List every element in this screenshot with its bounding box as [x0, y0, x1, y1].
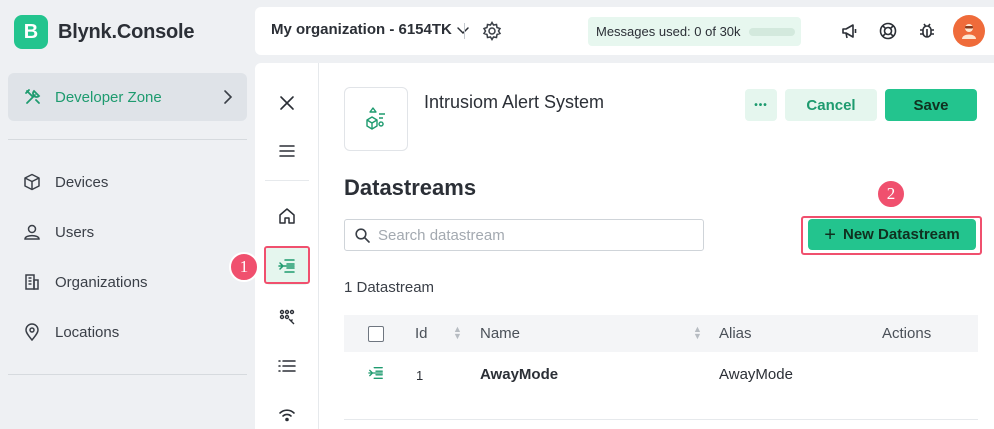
user-avatar-icon: [962, 24, 976, 39]
datastream-count: 1 Datastream: [344, 279, 435, 296]
lifebuoy-icon[interactable]: [876, 19, 900, 43]
pin-icon: [22, 322, 42, 342]
keys-icon[interactable]: [272, 302, 302, 332]
datastream-alias: AwayMode: [719, 366, 793, 383]
organization-name: My organization - 6154TK: [271, 21, 452, 38]
datastreams-icon[interactable]: [272, 251, 302, 281]
step-badge-1: 1: [229, 252, 259, 282]
sidebar: B Blynk.Console Developer Zone Devices U…: [0, 0, 255, 429]
table-row[interactable]: 1 AwayMode AwayMode: [344, 352, 978, 397]
wifi-icon[interactable]: [272, 399, 302, 429]
main-panel: 1 Intrusiom Alert System ••• Cancel Save…: [229, 63, 994, 429]
sort-icon[interactable]: ▲ ▼: [453, 325, 462, 341]
datastream-icon: [368, 365, 384, 385]
list-icon[interactable]: [272, 351, 302, 381]
bug-icon[interactable]: [915, 19, 939, 43]
close-icon[interactable]: [272, 88, 302, 118]
home-icon[interactable]: [272, 201, 302, 231]
chevron-down-icon: [457, 26, 469, 34]
column-header-alias: Alias: [719, 325, 752, 342]
sidebar-divider: [8, 139, 247, 140]
cube-icon: [22, 172, 42, 192]
sidebar-item-label: Developer Zone: [55, 88, 162, 106]
messages-usage-indicator[interactable]: Messages used: 0 of 30k: [588, 17, 801, 46]
sidebar-item-locations[interactable]: Locations: [8, 312, 247, 352]
organization-selector[interactable]: My organization - 6154TK: [271, 21, 470, 38]
sidebar-item-label: Organizations: [55, 273, 148, 291]
column-header-name[interactable]: Name: [480, 325, 520, 342]
chevron-right-icon: [217, 87, 237, 107]
brand-name: Blynk.Console: [58, 20, 195, 43]
brand-badge: B: [14, 15, 48, 49]
new-datastream-button[interactable]: + New Datastream: [808, 219, 976, 250]
column-header-id[interactable]: Id: [415, 325, 428, 342]
sidebar-item-users[interactable]: Users: [8, 212, 247, 252]
search-box[interactable]: [344, 219, 704, 251]
column-header-actions: Actions: [882, 325, 932, 342]
search-icon: [355, 227, 370, 243]
sidebar-item-organizations[interactable]: Organizations: [8, 262, 247, 302]
sidebar-divider: [8, 374, 247, 375]
more-options-button[interactable]: •••: [745, 89, 777, 121]
page-title: Datastreams: [344, 175, 477, 200]
top-bar: My organization - 6154TK Messages used: …: [255, 7, 994, 55]
menu-icon[interactable]: [272, 136, 302, 166]
megaphone-icon[interactable]: [838, 19, 862, 43]
new-datastream-label: New Datastream: [842, 226, 960, 243]
more-icon: •••: [754, 99, 768, 111]
messages-usage-label: Messages used: 0 of 30k: [596, 24, 741, 39]
template-name: Intrusiom Alert System: [424, 92, 605, 112]
gear-icon[interactable]: [481, 20, 503, 42]
sidebar-item-devices[interactable]: Devices: [8, 162, 247, 202]
plus-icon: +: [824, 223, 836, 246]
search-input[interactable]: [378, 226, 678, 244]
template-icon[interactable]: [344, 87, 408, 151]
datastream-id: 1: [416, 368, 424, 383]
messages-usage-bar: [748, 27, 795, 36]
rail-divider: [265, 180, 309, 181]
table-header: Id ▲ ▼ Name ▲ ▼ Alias Actions: [344, 315, 978, 352]
sidebar-item-label: Users: [55, 223, 95, 241]
step-badge-2: 2: [876, 179, 906, 209]
sidebar-item-label: Locations: [55, 323, 120, 341]
brand-logo[interactable]: B Blynk.Console: [14, 15, 195, 49]
divider: [464, 23, 465, 39]
save-button[interactable]: Save: [885, 89, 977, 121]
sort-icon[interactable]: ▲ ▼: [693, 325, 702, 341]
tools-icon: [22, 86, 44, 108]
sidebar-item-developer-zone[interactable]: Developer Zone: [8, 73, 247, 121]
select-all-checkbox[interactable]: [368, 326, 384, 342]
user-icon: [22, 222, 42, 242]
datastream-name[interactable]: AwayMode: [480, 366, 558, 383]
building-icon: [22, 272, 42, 292]
template-nav-rail: [255, 63, 319, 429]
cancel-button[interactable]: Cancel: [785, 89, 877, 121]
avatar[interactable]: [953, 15, 985, 47]
sidebar-item-label: Devices: [55, 173, 109, 191]
row-divider: [344, 419, 978, 420]
